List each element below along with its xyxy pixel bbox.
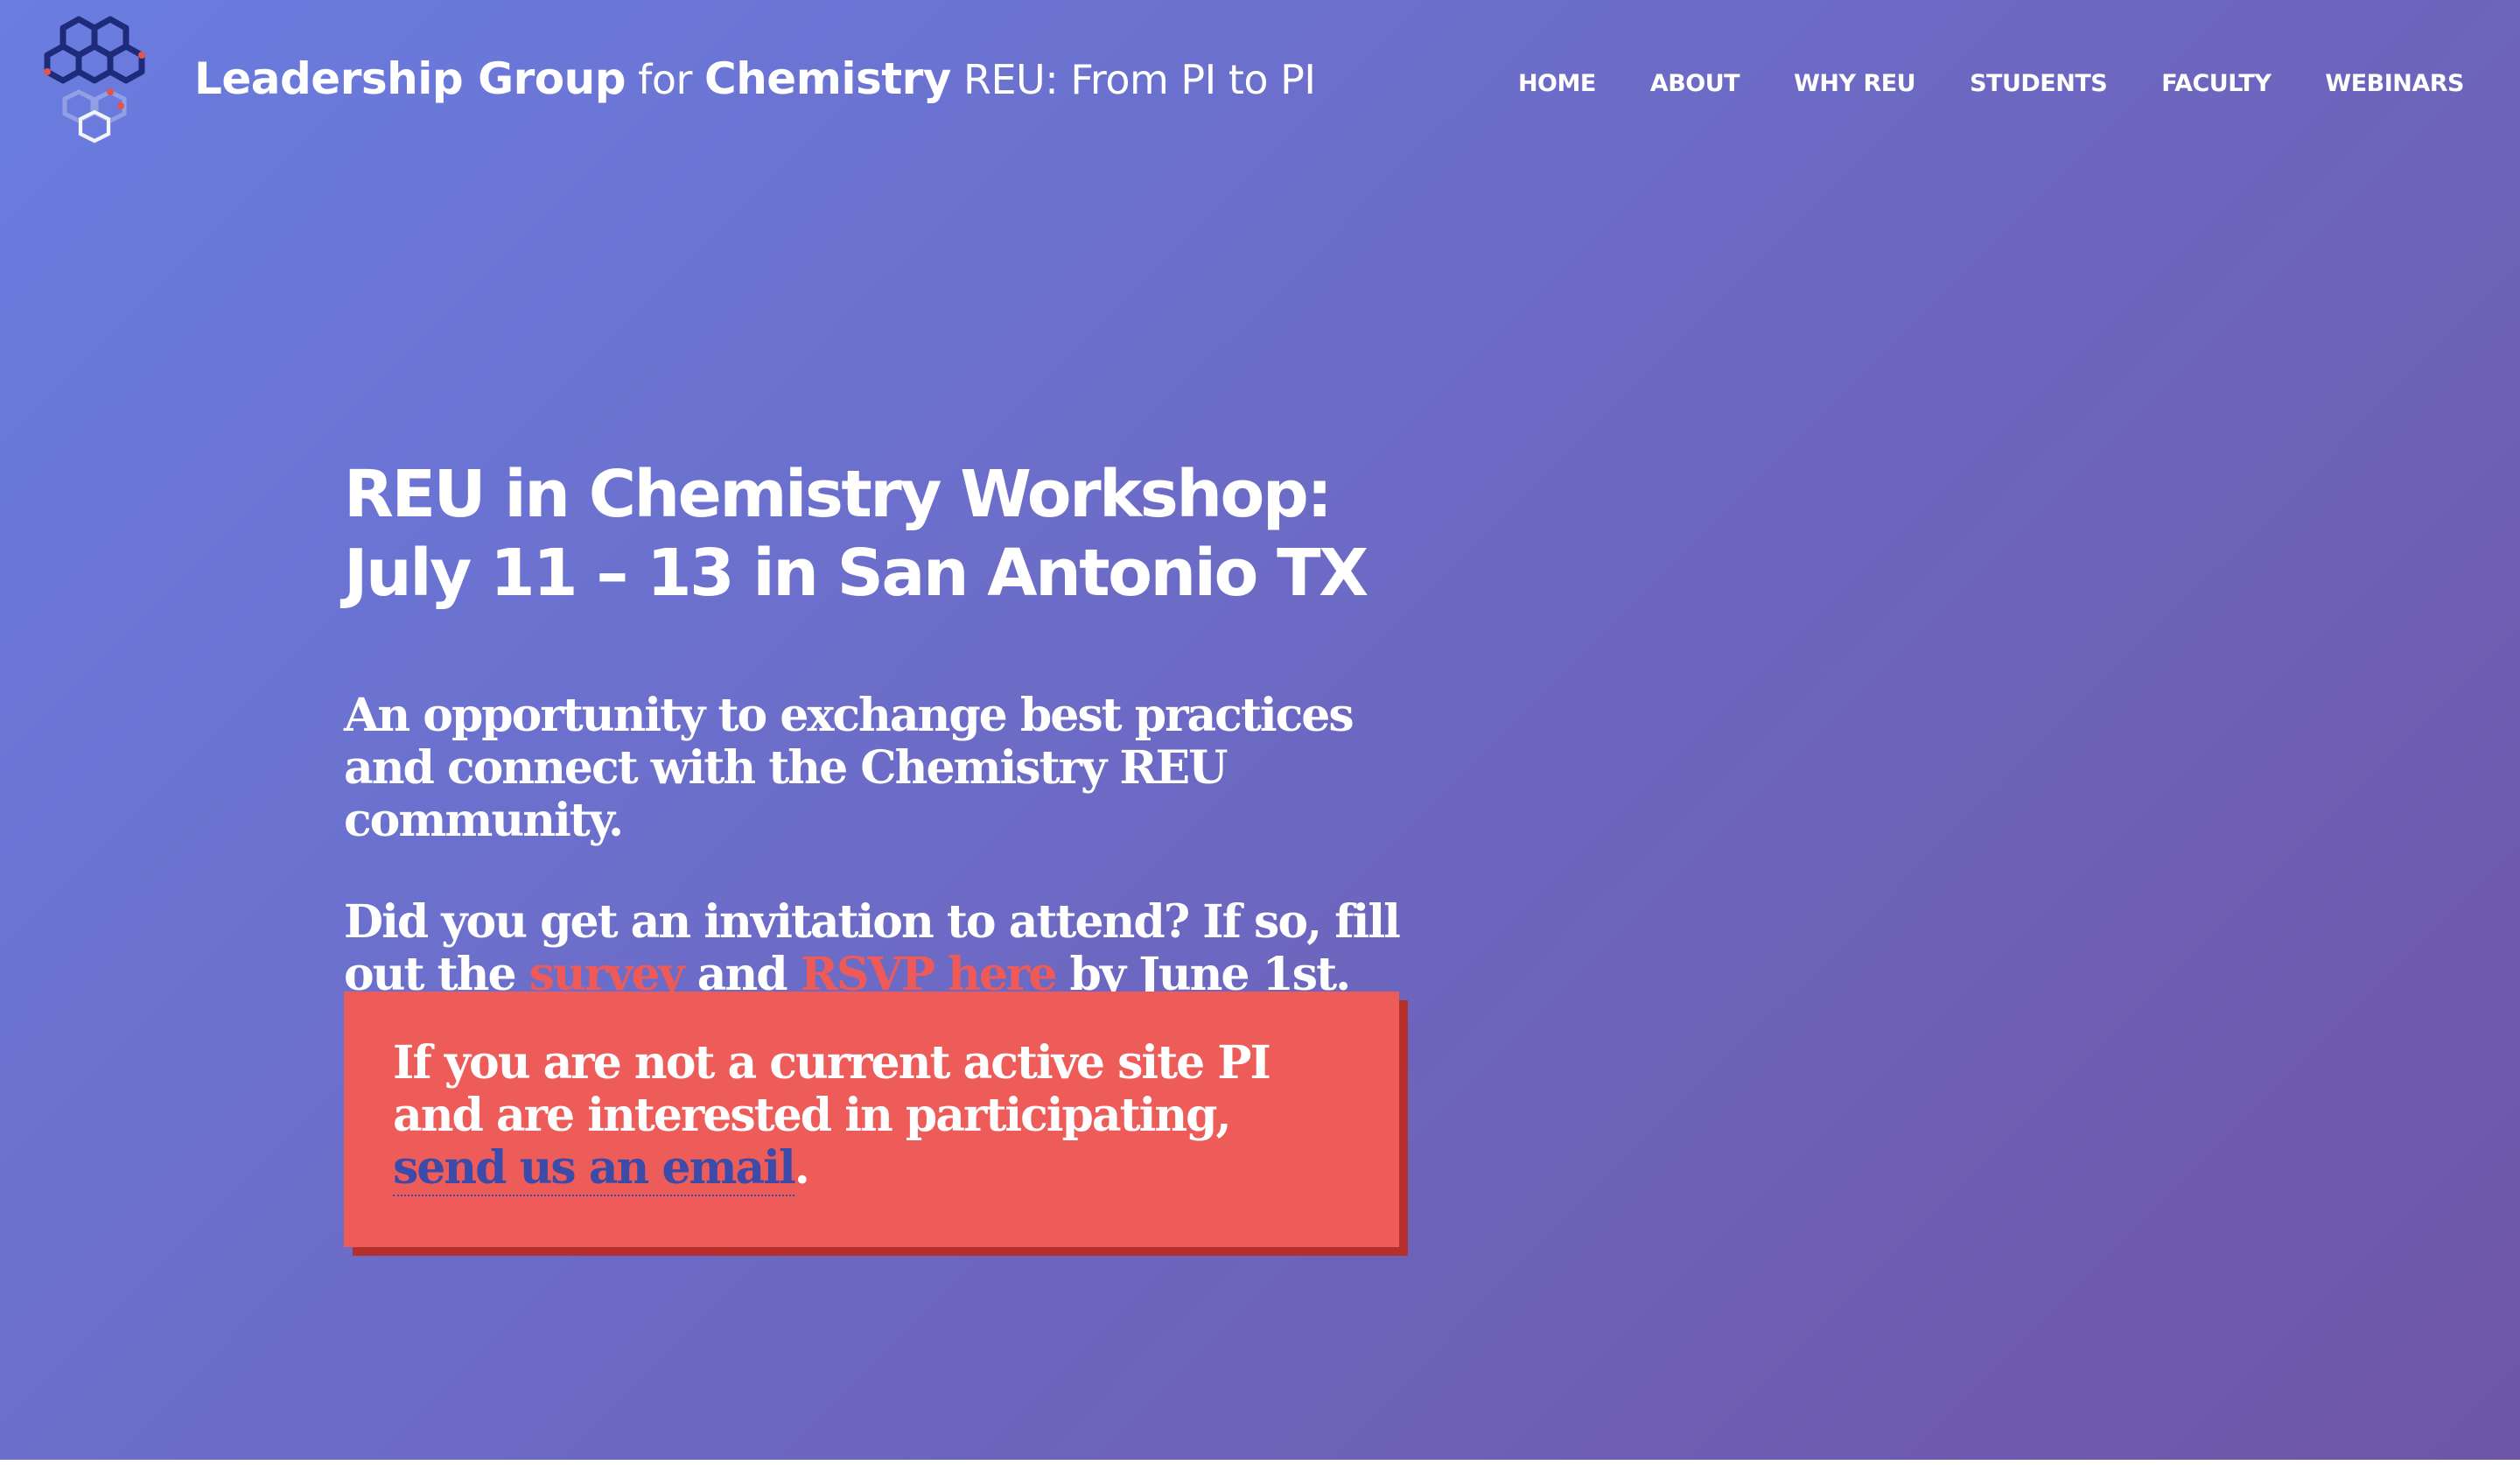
email-link[interactable]: send us an email <box>393 1141 796 1196</box>
callout-end: . <box>794 1141 810 1195</box>
site-title[interactable]: Leadership Group for Chemistry REU: From… <box>194 53 1316 106</box>
nav-faculty[interactable]: FACULTY <box>2161 70 2272 97</box>
site-title-chemistry: Chemistry <box>704 53 951 104</box>
molecule-logo-icon[interactable] <box>30 16 161 156</box>
nav-students[interactable]: STUDENTS <box>1970 70 2108 97</box>
hero-lede: An opportunity to exchange best practice… <box>344 689 1354 847</box>
nav-about[interactable]: ABOUT <box>1650 70 1740 97</box>
nav-home[interactable]: HOME <box>1518 70 1596 97</box>
nav-why-reu[interactable]: WHY REU <box>1794 70 1916 97</box>
page-title: REU in Chemistry Workshop: July 11 – 13 … <box>344 457 1368 611</box>
callout-box: If you are not a current active site PI … <box>344 992 1399 1247</box>
hero-content: REU in Chemistry Workshop: July 11 – 13 … <box>344 455 1429 1003</box>
nav-webinars[interactable]: WEBINARS <box>2325 70 2464 97</box>
callout-paragraph: If you are not a current active site PI … <box>393 1036 1350 1196</box>
page-bottom-edge <box>0 1460 2520 1465</box>
site-title-leadership-group: Leadership Group <box>194 53 626 104</box>
invite-paragraph: Did you get an invitation to attend? If … <box>344 896 1429 1003</box>
callout-text: If you are not a current active site PI … <box>393 1036 1271 1142</box>
site-header: Leadership Group for Chemistry REU: From… <box>0 0 2520 166</box>
site-title-rest: REU: From PI to PI <box>950 56 1316 103</box>
main-nav: HOME ABOUT WHY REU STUDENTS FACULTY WEBI… <box>1518 70 2465 97</box>
site-title-for: for <box>626 56 705 103</box>
site-title-link[interactable]: Leadership Group for Chemistry REU: From… <box>194 53 1316 104</box>
